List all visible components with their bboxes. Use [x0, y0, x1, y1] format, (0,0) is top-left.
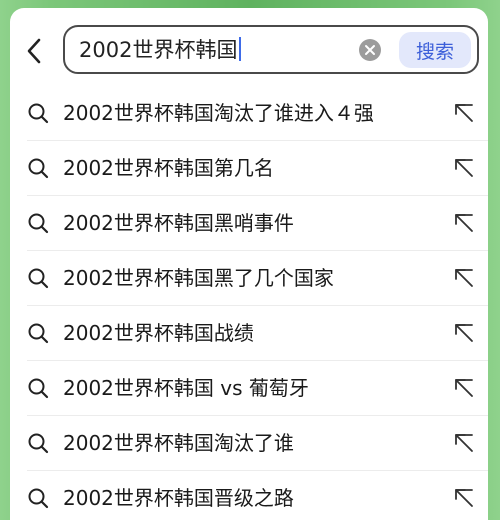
fill-query-button[interactable] — [451, 430, 477, 456]
suggestion-text: 2002世界杯韩国黑哨事件 — [63, 211, 294, 235]
text-cursor — [239, 37, 242, 61]
fill-query-button[interactable] — [451, 375, 477, 401]
suggestion-text: 2002世界杯韩国晋级之路 — [63, 486, 294, 510]
suggestion-item[interactable]: 2002世界杯韩国淘汰了谁 — [10, 416, 488, 471]
suggestion-text: 2002世界杯韩国淘汰了谁进入４强 — [63, 101, 374, 125]
suggestion-item[interactable]: 2002世界杯韩国晋级之路 — [10, 471, 488, 520]
arrow-up-left-icon — [455, 269, 473, 287]
suggestion-item[interactable]: 2002世界杯韩国第几名 — [10, 141, 488, 196]
arrow-up-left-icon — [455, 379, 473, 397]
search-icon — [28, 268, 49, 289]
arrow-up-left-icon — [455, 214, 473, 232]
arrow-up-left-icon — [455, 159, 473, 177]
arrow-up-left-icon — [455, 434, 473, 452]
suggestion-text: 2002世界杯韩国黑了几个国家 — [63, 266, 334, 290]
search-icon — [28, 158, 49, 179]
search-icon — [28, 323, 49, 344]
search-icon — [28, 378, 49, 399]
search-input[interactable]: 2002世界杯韩国 — [79, 35, 329, 65]
back-button[interactable] — [20, 34, 48, 68]
suggestion-item[interactable]: 2002世界杯韩国 vs 葡萄牙 — [10, 361, 488, 416]
search-icon — [28, 488, 49, 509]
fill-query-button[interactable] — [451, 155, 477, 181]
suggestion-item[interactable]: 2002世界杯韩国黑了几个国家 — [10, 251, 488, 306]
search-suggestion-panel: 2002世界杯韩国 搜索 2002世界杯韩国淘汰了谁进入４强 2002世界杯韩国… — [10, 8, 488, 520]
fill-query-button[interactable] — [451, 485, 477, 511]
search-icon — [28, 103, 49, 124]
chevron-left-icon — [27, 38, 41, 64]
clear-button[interactable] — [359, 39, 381, 61]
suggestion-text: 2002世界杯韩国 vs 葡萄牙 — [63, 376, 309, 400]
suggestion-item[interactable]: 2002世界杯韩国黑哨事件 — [10, 196, 488, 251]
clear-icon — [365, 45, 375, 55]
suggestion-text: 2002世界杯韩国淘汰了谁 — [63, 431, 294, 455]
search-bar: 2002世界杯韩国 搜索 — [10, 8, 488, 86]
suggestion-item[interactable]: 2002世界杯韩国淘汰了谁进入４强 — [10, 86, 488, 141]
suggestion-text: 2002世界杯韩国战绩 — [63, 321, 254, 345]
fill-query-button[interactable] — [451, 100, 477, 126]
fill-query-button[interactable] — [451, 210, 477, 236]
search-icon — [28, 433, 49, 454]
search-query: 2002世界杯韩国 — [79, 38, 238, 62]
suggestion-list: 2002世界杯韩国淘汰了谁进入４强 2002世界杯韩国第几名 2002世界杯韩国… — [10, 86, 488, 520]
fill-query-button[interactable] — [451, 265, 477, 291]
suggestion-text: 2002世界杯韩国第几名 — [63, 156, 274, 180]
search-field[interactable]: 2002世界杯韩国 搜索 — [63, 25, 479, 74]
suggestion-item[interactable]: 2002世界杯韩国战绩 — [10, 306, 488, 361]
search-icon — [28, 213, 49, 234]
arrow-up-left-icon — [455, 489, 473, 507]
search-button[interactable]: 搜索 — [399, 32, 471, 68]
arrow-up-left-icon — [455, 324, 473, 342]
fill-query-button[interactable] — [451, 320, 477, 346]
arrow-up-left-icon — [455, 104, 473, 122]
